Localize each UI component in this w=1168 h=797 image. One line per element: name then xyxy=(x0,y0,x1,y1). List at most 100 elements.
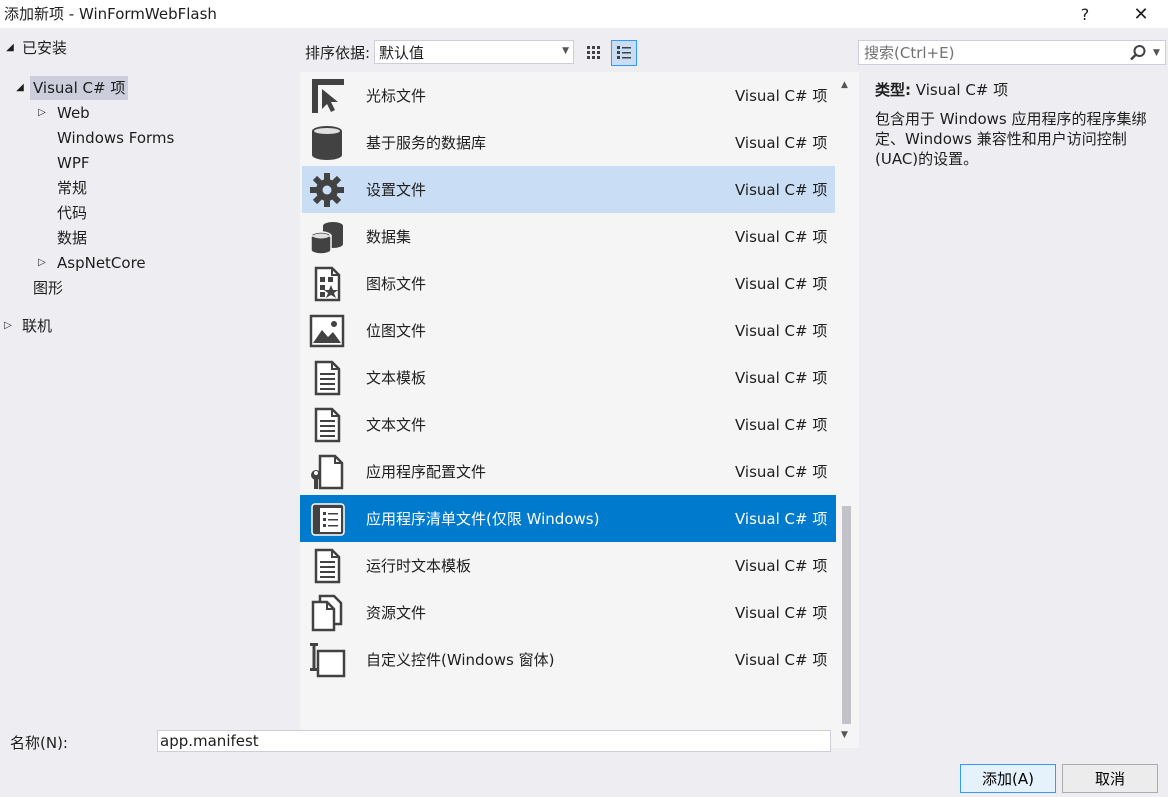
item-type: Visual C# 项 xyxy=(735,651,828,669)
item-name: 图标文件 xyxy=(366,275,427,293)
item-type: Visual C# 项 xyxy=(735,416,828,434)
bitmap-icon xyxy=(309,314,345,348)
help-button[interactable]: ? xyxy=(1062,0,1108,28)
grid-view-icon xyxy=(587,46,600,59)
item-name: 位图文件 xyxy=(366,322,427,340)
collapsed-arrow-icon[interactable]: ▷ xyxy=(2,314,14,338)
custom-control-icon xyxy=(310,643,346,678)
item-type: Visual C# 项 xyxy=(735,228,828,246)
icon-file-icon xyxy=(314,266,341,302)
item-type: Visual C# 项 xyxy=(735,134,828,152)
window-title: 添加新项 - WinFormWebFlash xyxy=(4,5,217,23)
type-value: Visual C# 项 xyxy=(915,81,1009,99)
add-button[interactable]: 添加(A) xyxy=(960,764,1056,793)
item-name: 运行时文本模板 xyxy=(366,557,472,575)
tree-label-common: 常规 xyxy=(57,179,88,197)
details-view-button[interactable] xyxy=(611,40,637,66)
list-item[interactable]: 自定义控件(Windows 窗体) Visual C# 项 xyxy=(300,636,836,683)
item-type: Visual C# 项 xyxy=(735,322,828,340)
item-name: 数据集 xyxy=(366,228,412,246)
item-type: Visual C# 项 xyxy=(735,510,828,528)
tree-label-wpf: WPF xyxy=(57,154,90,172)
list-item[interactable]: 应用程序清单文件(仅限 Windows) Visual C# 项 xyxy=(300,495,836,542)
item-type: Visual C# 项 xyxy=(735,87,828,105)
item-type: Visual C# 项 xyxy=(735,557,828,575)
category-tree: ◢ 已安装 ◢ Visual C# 项 ▷ Web Windows Forms … xyxy=(0,28,300,728)
dataset-icon xyxy=(310,222,343,255)
item-name: 应用程序配置文件 xyxy=(366,463,487,481)
tree-label-data: 数据 xyxy=(57,229,88,247)
item-name: 文本模板 xyxy=(366,369,427,387)
dialog-client: ◢ 已安装 ◢ Visual C# 项 ▷ Web Windows Forms … xyxy=(0,28,1168,797)
scroll-thumb[interactable] xyxy=(842,506,851,724)
scroll-up-arrow-icon[interactable]: ▲ xyxy=(841,80,848,90)
expanded-arrow-icon[interactable]: ◢ xyxy=(4,36,16,60)
list-item[interactable]: 文本模板 Visual C# 项 xyxy=(300,354,836,401)
name-label: 名称(N): xyxy=(10,734,68,752)
item-name: 基于服务的数据库 xyxy=(366,134,487,152)
list-item[interactable]: 数据集 Visual C# 项 xyxy=(300,213,836,260)
tree-label-graphics: 图形 xyxy=(33,279,64,297)
search-box[interactable]: ▼ xyxy=(858,40,1166,65)
item-name: 设置文件 xyxy=(366,181,427,199)
tree-label-web: Web xyxy=(57,104,90,122)
collapsed-arrow-icon[interactable]: ▷ xyxy=(36,101,48,125)
text-template-icon xyxy=(314,360,341,396)
tree-label-online: 联机 xyxy=(22,317,53,335)
search-options-chevron-icon[interactable]: ▼ xyxy=(1153,48,1160,58)
list-view-icon xyxy=(617,46,631,59)
sort-label: 排序依据: xyxy=(305,44,371,62)
description-text: 包含用于 Windows 应用程序的程序集绑定、Windows 兼容性和用户访问… xyxy=(875,110,1147,168)
list-item[interactable]: 资源文件 Visual C# 项 xyxy=(300,589,836,636)
item-type: Visual C# 项 xyxy=(735,275,828,293)
list-item[interactable]: 应用程序配置文件 Visual C# 项 xyxy=(300,448,836,495)
description-pane: 类型: Visual C# 项 包含用于 Windows 应用程序的程序集绑定、… xyxy=(875,80,1160,169)
cursor-icon xyxy=(312,79,344,113)
list-scrollbar[interactable]: ▲ ▼ xyxy=(838,72,855,748)
list-item[interactable]: 光标文件 Visual C# 项 xyxy=(300,72,836,119)
tree-label-code: 代码 xyxy=(57,204,88,222)
item-name: 应用程序清单文件(仅限 Windows) xyxy=(366,510,600,528)
small-icons-view-button[interactable] xyxy=(581,40,607,66)
expanded-arrow-icon[interactable]: ◢ xyxy=(14,76,26,100)
search-icon[interactable] xyxy=(1129,44,1147,62)
cancel-button[interactable]: 取消 xyxy=(1062,764,1158,793)
name-input[interactable] xyxy=(157,730,831,752)
resource-file-icon xyxy=(311,594,343,632)
description-type-line: 类型: Visual C# 项 xyxy=(875,80,1160,100)
item-type: Visual C# 项 xyxy=(735,181,828,199)
title-bar: 添加新项 - WinFormWebFlash ? ✕ xyxy=(0,0,1168,28)
tree-label-windows-forms: Windows Forms xyxy=(57,129,175,147)
manifest-icon xyxy=(311,503,345,536)
item-name: 自定义控件(Windows 窗体) xyxy=(366,651,555,669)
runtime-template-icon xyxy=(314,548,341,584)
item-type: Visual C# 项 xyxy=(735,463,828,481)
search-input[interactable] xyxy=(859,41,1119,64)
text-file-icon xyxy=(314,407,341,443)
item-type: Visual C# 项 xyxy=(735,604,828,622)
tree-label-installed: 已安装 xyxy=(22,39,68,57)
collapsed-arrow-icon[interactable]: ▷ xyxy=(36,251,48,275)
list-item[interactable]: 图标文件 Visual C# 项 xyxy=(300,260,836,307)
list-item[interactable]: 文本文件 Visual C# 项 xyxy=(300,401,836,448)
sort-value: 默认值 xyxy=(379,44,425,62)
item-name: 资源文件 xyxy=(366,604,427,622)
close-button[interactable]: ✕ xyxy=(1118,0,1164,28)
list-item[interactable]: 基于服务的数据库 Visual C# 项 xyxy=(300,119,836,166)
sort-dropdown[interactable]: 默认值 ▼ xyxy=(374,40,574,64)
list-item[interactable]: 设置文件 Visual C# 项 xyxy=(302,166,835,213)
list-item[interactable]: 运行时文本模板 Visual C# 项 xyxy=(300,542,836,589)
gear-icon xyxy=(310,173,344,207)
scroll-down-arrow-icon[interactable]: ▼ xyxy=(841,730,848,740)
type-label: 类型: xyxy=(875,81,911,99)
tree-label-aspnetcore: AspNetCore xyxy=(57,254,146,272)
tree-label-visual-cs: Visual C# 项 xyxy=(30,76,129,100)
chevron-down-icon: ▼ xyxy=(562,46,569,56)
item-type: Visual C# 项 xyxy=(735,369,828,387)
database-icon xyxy=(312,126,342,160)
item-name: 光标文件 xyxy=(366,87,427,105)
config-file-icon xyxy=(311,454,344,490)
item-name: 文本文件 xyxy=(366,416,427,434)
list-item[interactable]: 位图文件 Visual C# 项 xyxy=(300,307,836,354)
template-list: 光标文件 Visual C# 项 基于服务的数据库 Visual C# 项 设置… xyxy=(300,72,859,748)
